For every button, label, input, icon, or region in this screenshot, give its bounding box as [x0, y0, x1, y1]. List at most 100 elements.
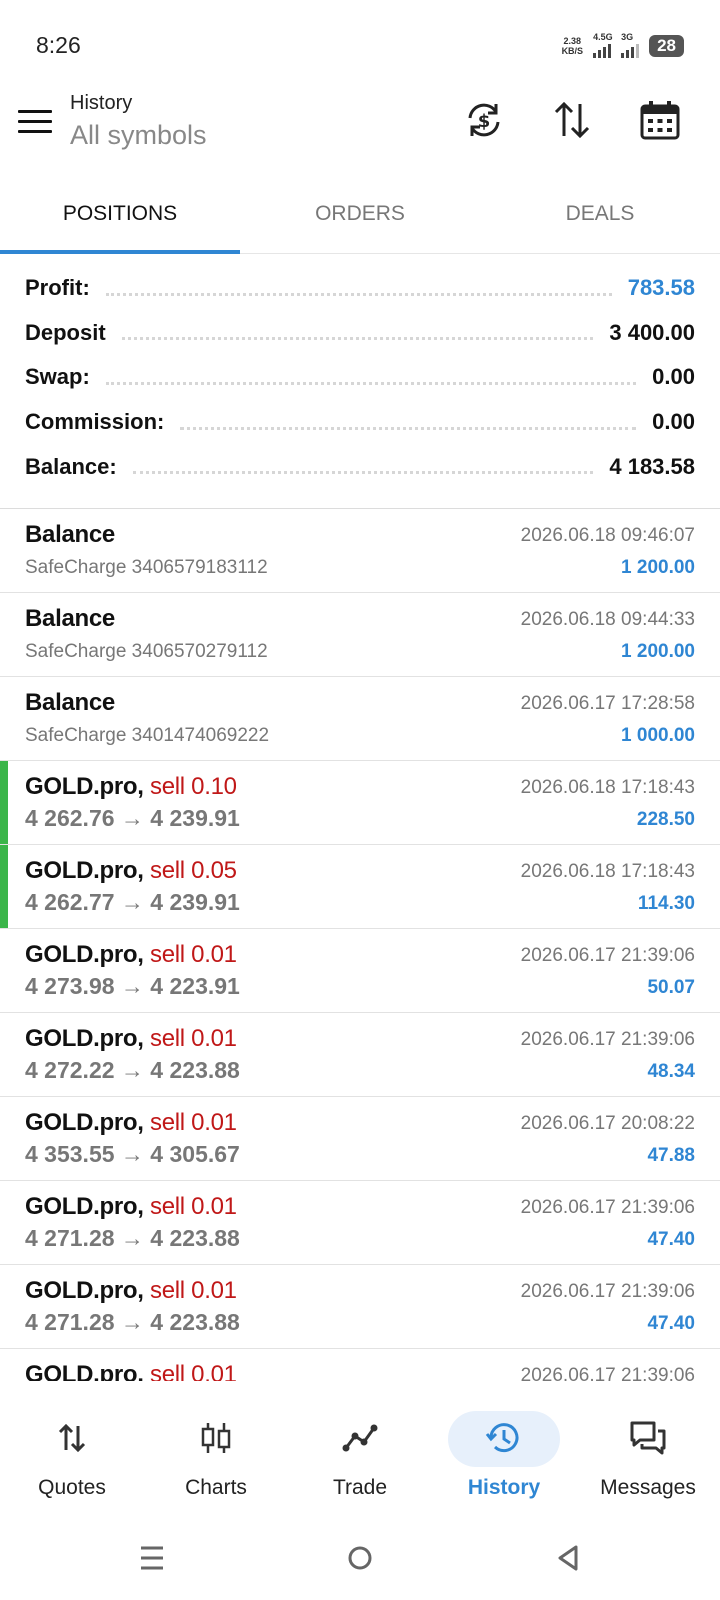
row-amount: 50.07	[647, 977, 695, 998]
row-amount: 47.88	[647, 1145, 695, 1166]
summary-value: 783.58	[627, 275, 695, 301]
nav-label: Trade	[332, 1476, 388, 1499]
row-prices: 4 271.28 → 4 223.88	[25, 1309, 240, 1335]
list-item[interactable]: Balance SafeCharge 3406579183112 2026.06…	[0, 509, 720, 593]
list-item[interactable]: GOLD.pro, sell 0.01 4 271.28 → 4 223.88 …	[0, 1265, 720, 1349]
open-position-indicator	[0, 845, 8, 928]
row-amount: 228.50	[636, 809, 695, 830]
summary-label: Balance:	[25, 453, 127, 480]
row-title: GOLD.pro, sell 0.05	[25, 857, 237, 885]
system-nav	[0, 1530, 720, 1600]
summary-value: 4 183.58	[609, 453, 695, 479]
nav-history[interactable]: History	[432, 1390, 576, 1500]
row-comment: SafeCharge 3406570279112	[25, 641, 268, 662]
app-header: History All symbols $	[0, 92, 720, 174]
row-symbol: GOLD.pro,	[25, 941, 144, 968]
row-symbol: GOLD.pro,	[25, 1109, 144, 1136]
nav-messages[interactable]: Messages	[576, 1390, 720, 1500]
menu-icon[interactable]	[18, 110, 52, 140]
row-side: sell 0.01	[150, 1025, 237, 1052]
tab-orders[interactable]: ORDERS	[240, 186, 480, 253]
summary-label: Deposit	[25, 319, 116, 346]
recent-apps-icon[interactable]	[132, 1538, 172, 1578]
summary-panel: Profit: 783.58 Deposit 3 400.00 Swap: 0.…	[0, 266, 720, 489]
list-item[interactable]: Balance SafeCharge 3406570279112 2026.06…	[0, 593, 720, 677]
row-prices: 4 262.76 → 4 239.91	[25, 805, 240, 831]
status-time: 8:26	[36, 32, 81, 58]
symbol-filter[interactable]: All symbols	[70, 120, 207, 151]
history-list[interactable]: Balance SafeCharge 3406579183112 2026.06…	[0, 509, 720, 1381]
nav-quotes[interactable]: Quotes	[0, 1390, 144, 1500]
summary-balance: Balance: 4 183.58	[0, 444, 720, 489]
row-amount: 48.34	[647, 1061, 695, 1082]
row-prices: 4 262.77 → 4 239.91	[25, 889, 240, 915]
nav-label: History	[467, 1476, 541, 1499]
summary-label: Commission:	[25, 409, 175, 436]
nav-trade[interactable]: Trade	[288, 1390, 432, 1500]
row-side: sell 0.01	[150, 1193, 237, 1220]
nav-charts[interactable]: Charts	[144, 1390, 288, 1500]
battery-icon: 28	[649, 35, 684, 57]
row-prices: 4 271.28 → 4 223.88	[25, 1225, 240, 1251]
status-icons: 2.38 KB/S 4.5G 3G 28	[562, 32, 684, 58]
row-symbol: GOLD.pro,	[25, 1193, 144, 1220]
row-title: GOLD.pro, sell 0.01	[25, 1193, 237, 1221]
list-item[interactable]: GOLD.pro, sell 0.01 4 272.22 → 4 223.88 …	[0, 1013, 720, 1097]
row-amount: 114.30	[637, 893, 695, 914]
calendar-icon[interactable]	[638, 98, 682, 142]
row-amount: 1 000.00	[621, 725, 695, 746]
battery-level: 28	[657, 36, 676, 55]
summary-value: 0.00	[652, 409, 695, 435]
row-amount: 1 200.00	[621, 641, 695, 662]
nav-label: Charts	[185, 1476, 247, 1499]
row-symbol: GOLD.pro,	[25, 773, 144, 800]
tab-positions[interactable]: POSITIONS	[0, 186, 240, 254]
row-time: 2026.06.17 21:39:06	[520, 1197, 695, 1218]
row-side: sell 0.01	[150, 1277, 237, 1304]
row-comment: SafeCharge 3406579183112	[25, 557, 268, 578]
charts-icon	[201, 1423, 231, 1453]
row-amount: 47.40	[647, 1229, 695, 1250]
row-title: GOLD.pro, sell 0.01	[25, 1025, 237, 1053]
row-time: 2026.06.18 09:46:07	[520, 525, 695, 546]
row-comment: SafeCharge 3401474069222	[25, 725, 270, 746]
row-side: sell 0.01	[150, 941, 237, 968]
signal-3g-icon: 3G	[621, 32, 640, 58]
row-prices: 4 272.22 → 4 223.88	[25, 1057, 240, 1083]
row-time: 2026.06.17 20:08:22	[520, 1113, 695, 1134]
row-symbol: GOLD.pro,	[25, 1025, 144, 1052]
row-time: 2026.06.17 21:39:06	[520, 1281, 695, 1302]
row-amount: 1 200.00	[621, 557, 695, 578]
row-side: sell 0.10	[150, 773, 237, 800]
home-icon[interactable]	[340, 1538, 380, 1578]
summary-deposit: Deposit 3 400.00	[0, 311, 720, 356]
row-title: Balance	[25, 605, 115, 632]
list-item[interactable]: GOLD.pro, sell 0.05 4 262.77 → 4 239.91 …	[0, 845, 720, 929]
net-speed-value: 2.38	[563, 36, 582, 46]
row-time: 2026.06.18 17:18:43	[520, 861, 695, 882]
list-item[interactable]: Balance SafeCharge 3401474069222 2026.06…	[0, 677, 720, 761]
page-title: History	[70, 92, 133, 114]
list-item[interactable]: GOLD.pro, sell 0.01 2026.06.17 21:39:06	[0, 1349, 720, 1381]
row-title: GOLD.pro, sell 0.01	[25, 1361, 237, 1381]
currency-exchange-icon[interactable]: $	[462, 98, 506, 142]
list-item[interactable]: GOLD.pro, sell 0.10 4 262.76 → 4 239.91 …	[0, 761, 720, 845]
list-item[interactable]: GOLD.pro, sell 0.01 4 353.55 → 4 305.67 …	[0, 1097, 720, 1181]
row-title: Balance	[25, 521, 115, 548]
list-item[interactable]: GOLD.pro, sell 0.01 4 273.98 → 4 223.91 …	[0, 929, 720, 1013]
sort-icon[interactable]	[550, 98, 594, 142]
row-prices: 4 353.55 → 4 305.67	[25, 1141, 240, 1167]
back-icon[interactable]	[548, 1538, 588, 1578]
summary-swap: Swap: 0.00	[0, 355, 720, 400]
row-time: 2026.06.17 21:39:06	[520, 1029, 695, 1050]
summary-label: Swap:	[25, 364, 100, 391]
open-position-indicator	[0, 761, 8, 844]
nav-label: Messages	[600, 1476, 696, 1499]
history-tabs: POSITIONS ORDERS DEALS	[0, 186, 720, 254]
row-title: GOLD.pro, sell 0.01	[25, 1277, 237, 1305]
row-title: Balance	[25, 689, 115, 716]
list-item[interactable]: GOLD.pro, sell 0.01 4 271.28 → 4 223.88 …	[0, 1181, 720, 1265]
signal-4g-icon: 4.5G	[593, 32, 613, 58]
row-symbol: GOLD.pro,	[25, 857, 144, 884]
tab-deals[interactable]: DEALS	[480, 186, 720, 253]
